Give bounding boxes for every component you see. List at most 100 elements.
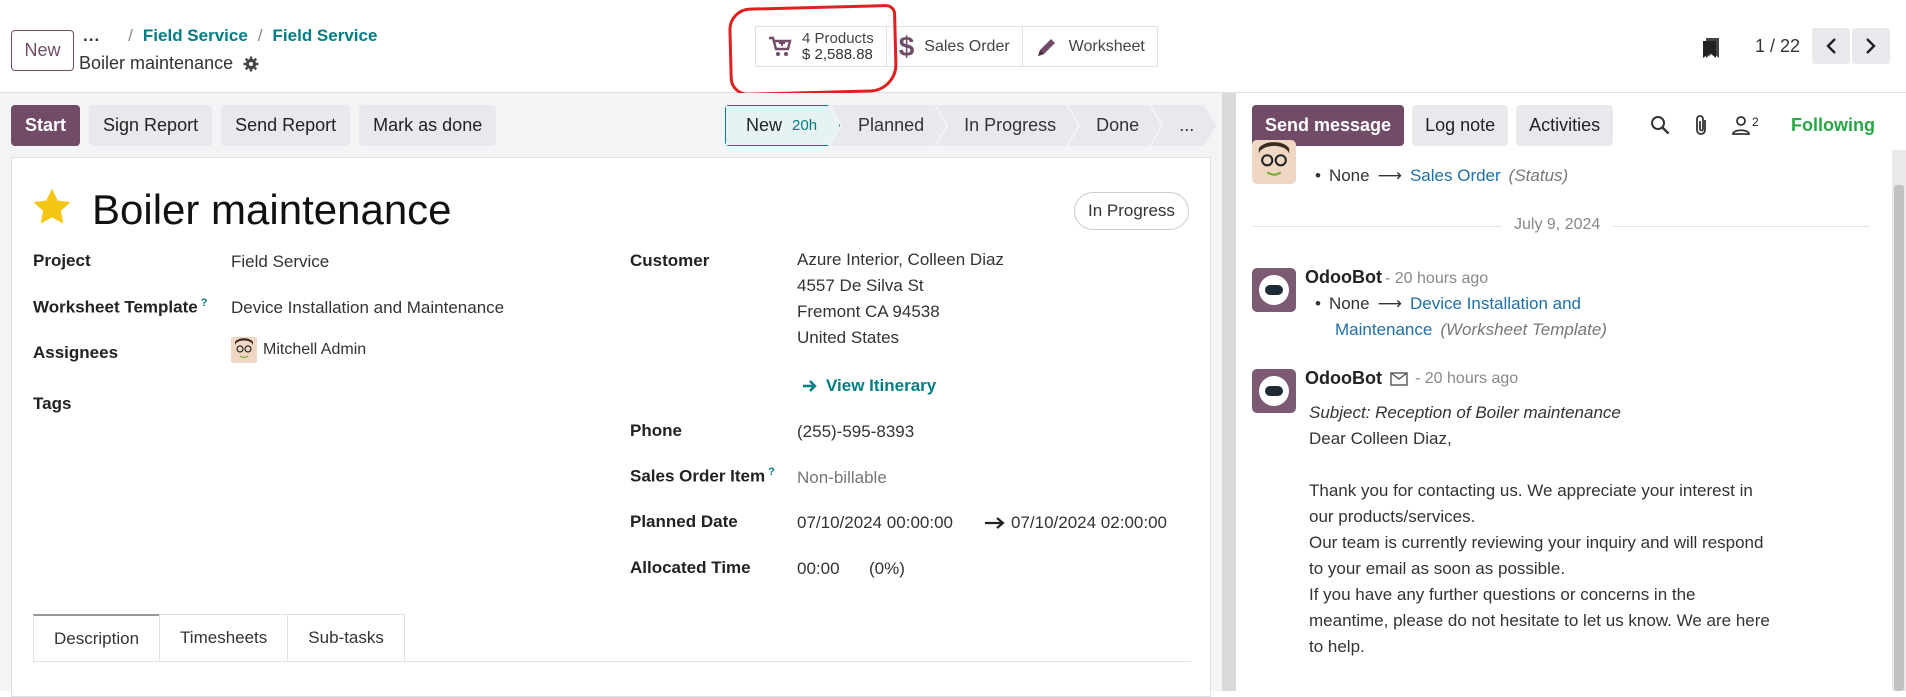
customer-label: Customer <box>630 251 710 270</box>
stage-in-progress[interactable]: In Progress <box>936 105 1078 146</box>
activities-button[interactable]: Activities <box>1516 105 1614 146</box>
pager-value[interactable]: 1 / 22 <box>1755 36 1800 57</box>
chatter-scrollbar-thumb[interactable] <box>1894 185 1904 691</box>
new-button[interactable]: New <box>11 30 74 71</box>
planned-date-label: Planned Date <box>630 512 738 531</box>
mark-as-done-button[interactable]: Mark as done <box>359 105 497 146</box>
planned-date-start[interactable]: 07/10/2024 00:00:00 <box>797 513 953 533</box>
star-icon[interactable] <box>31 186 73 228</box>
tab-timesheets[interactable]: Timesheets <box>159 614 289 661</box>
phone-field[interactable]: (255)-595-8393 <box>797 422 914 442</box>
avatar <box>1252 268 1296 312</box>
worksheet-label: Worksheet <box>1068 37 1145 55</box>
worksheet-template-field[interactable]: Device Installation and Maintenance <box>231 298 504 318</box>
worksheet-template-label: Worksheet Template? <box>33 297 208 317</box>
chatter-icons: 2 <box>1650 114 1759 136</box>
tags-label: Tags <box>33 394 72 413</box>
view-itinerary-label: View Itinerary <box>826 376 937 395</box>
arrow-right-icon: ⟶ <box>1377 294 1402 313</box>
assignees-label: Assignees <box>33 343 119 362</box>
tracking-new-value-cont: Maintenance <box>1335 320 1433 339</box>
message-line: our products/services. <box>1309 507 1476 526</box>
stage-done[interactable]: Done <box>1068 105 1161 146</box>
tracking-old-value: None <box>1328 166 1370 185</box>
allocated-time-label: Allocated Time <box>630 558 751 577</box>
followers-count: 2 <box>1752 115 1759 129</box>
tracking-line-status: • None ⟶ Sales Order (Status) <box>1315 166 1569 185</box>
tracking-new-value: Sales Order <box>1409 166 1501 185</box>
customer-name: Azure Interior, Colleen Diaz <box>797 250 1004 269</box>
long-arrow-right-icon <box>985 517 1005 529</box>
message-author[interactable]: OdooBot <box>1305 267 1382 288</box>
sales-order-label: Sales Order <box>924 37 1010 55</box>
send-report-button[interactable]: Send Report <box>221 105 351 146</box>
planned-date-end[interactable]: 07/10/2024 02:00:00 <box>1011 513 1167 533</box>
message-line: to your email as soon as possible. <box>1309 559 1566 578</box>
message-line: Thank you for contacting us. We apprecia… <box>1309 481 1753 500</box>
search-icon[interactable] <box>1650 115 1670 135</box>
allocated-time-field[interactable]: 00:00 <box>797 559 840 579</box>
customer-field[interactable]: Azure Interior, Colleen Diaz 4557 De Sil… <box>797 247 1004 351</box>
arrow-right-icon <box>803 380 817 392</box>
following-button[interactable]: Following <box>1791 115 1875 136</box>
stage-planned[interactable]: Planned <box>830 105 946 146</box>
tracking-field: (Worksheet Template) <box>1440 320 1607 339</box>
start-button[interactable]: Start <box>11 105 81 146</box>
stage-statusbar: New 20h Planned In Progress Done ... <box>725 105 1216 146</box>
avatar <box>231 337 257 363</box>
tracking-line-worksheet-cont: Maintenance (Worksheet Template) <box>1335 320 1607 340</box>
customer-street: 4557 De Silva St <box>797 276 924 295</box>
pencil-icon <box>1035 35 1059 59</box>
message-line: Our team is currently reviewing your inq… <box>1309 533 1764 552</box>
pager-next-button[interactable] <box>1852 28 1890 64</box>
message-line: to help. <box>1309 637 1365 656</box>
message-greeting: Dear Colleen Diaz, <box>1309 429 1452 448</box>
worksheet-smart-button[interactable]: Worksheet <box>1022 27 1157 66</box>
tab-description[interactable]: Description <box>33 614 161 661</box>
view-itinerary-link[interactable]: View Itinerary <box>802 376 936 396</box>
status-badge[interactable]: In Progress <box>1074 192 1189 230</box>
message-subject: Subject: Reception of Boiler maintenance <box>1309 403 1621 422</box>
pager-previous-button[interactable] <box>1812 28 1850 64</box>
chevron-right-icon <box>1866 38 1876 54</box>
tab-sub-tasks[interactable]: Sub-tasks <box>287 614 405 661</box>
breadcrumb-more[interactable]: ... <box>83 26 100 46</box>
gear-icon[interactable] <box>243 56 259 72</box>
dollar-icon: $ <box>898 30 915 62</box>
paperclip-icon[interactable] <box>1692 114 1710 136</box>
avatar <box>1252 369 1296 413</box>
tracking-field: (Status) <box>1508 166 1569 185</box>
breadcrumb-field-service-2[interactable]: Field Service <box>273 26 378 46</box>
message-time: - 20 hours ago <box>1385 270 1489 287</box>
message-time: - 20 hours ago <box>1415 370 1519 387</box>
message-author[interactable]: OdooBot <box>1305 368 1382 389</box>
sales-order-smart-button[interactable]: $ Sales Order <box>886 27 1023 66</box>
project-field[interactable]: Field Service <box>231 252 329 272</box>
tracking-new-value: Device Installation and <box>1409 294 1582 313</box>
breadcrumb: ... / Field Service / Field Service <box>83 26 377 46</box>
sales-order-item-field[interactable]: Non-billable <box>797 468 887 488</box>
bookmark-icon[interactable] <box>1700 36 1722 65</box>
assignees-field[interactable]: Mitchell Admin <box>231 337 366 363</box>
action-buttons: Start Sign Report Send Report Mark as do… <box>11 105 497 146</box>
sign-report-button[interactable]: Sign Report <box>89 105 213 146</box>
log-note-button[interactable]: Log note <box>1412 105 1509 146</box>
notebook-tabs: Description Timesheets Sub-tasks <box>33 614 1191 662</box>
control-panel: New ... / Field Service / Field Service … <box>0 0 1906 97</box>
tracking-old-value: None <box>1328 294 1370 313</box>
chatter-actions: Send message Log note Activities <box>1252 105 1614 146</box>
followers-button[interactable]: 2 <box>1732 115 1759 135</box>
task-title[interactable]: Boiler maintenance <box>92 186 452 234</box>
message-body: Subject: Reception of Boiler maintenance… <box>1309 400 1809 660</box>
breadcrumb-field-service-1[interactable]: Field Service <box>143 26 248 46</box>
project-label: Project <box>33 251 91 270</box>
envelope-icon <box>1390 372 1408 386</box>
record-name: Boiler maintenance <box>79 53 259 74</box>
stage-new[interactable]: New 20h <box>725 105 840 146</box>
customer-city: Fremont CA 94538 <box>797 302 940 321</box>
sales-order-item-label: Sales Order Item? <box>630 466 775 486</box>
phone-label: Phone <box>630 421 682 440</box>
form-sheet: Boiler maintenance In Progress Project F… <box>11 157 1211 697</box>
record-name-text: Boiler maintenance <box>79 53 234 73</box>
divider-scrollbar[interactable] <box>1222 93 1236 691</box>
